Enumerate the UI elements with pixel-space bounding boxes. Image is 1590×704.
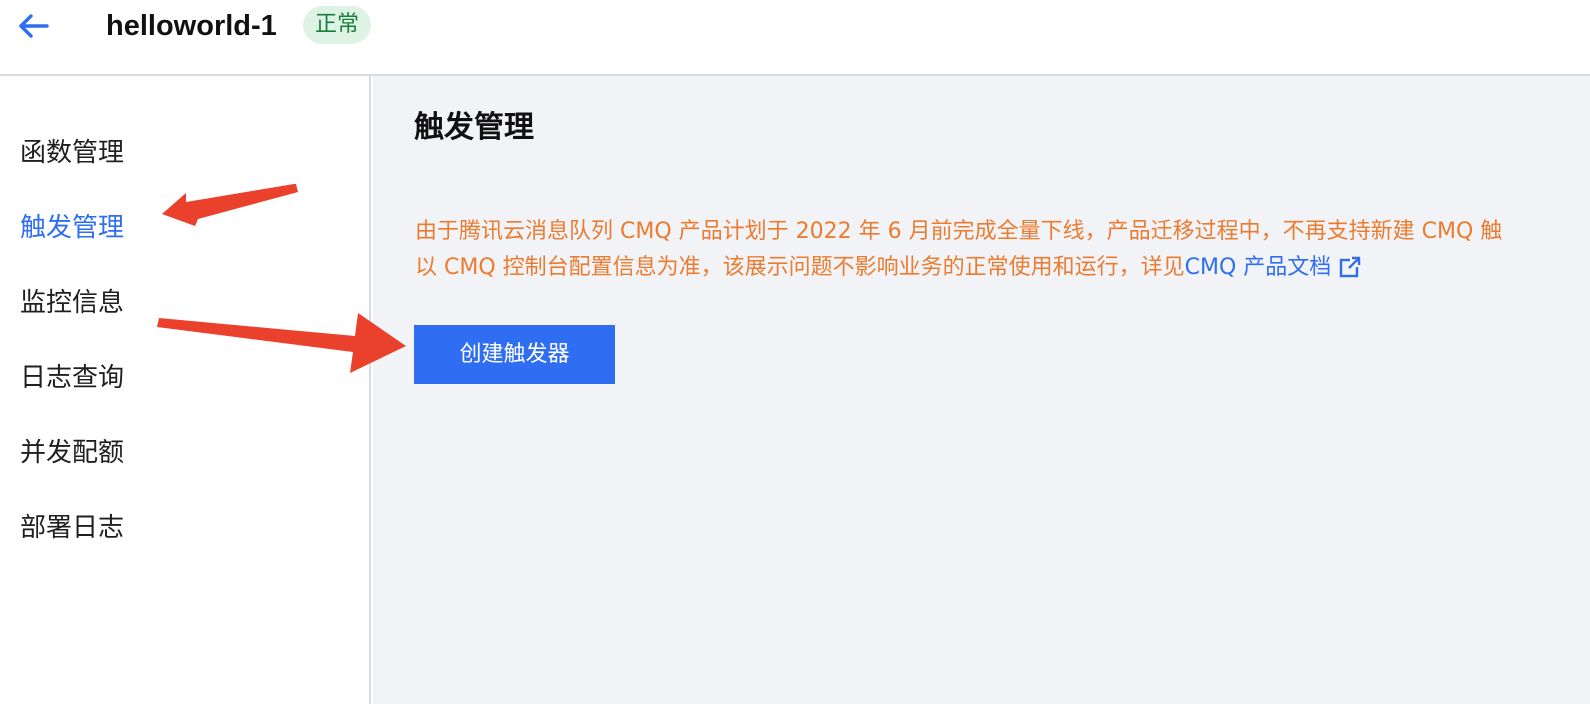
sidebar-item-deploy-logs[interactable]: 部署日志 <box>20 508 124 548</box>
notice-line-2: 以 CMQ 控制台配置信息为准，该展示问题不影响业务的正常使用和运行，详见CMQ… <box>415 250 1590 286</box>
arrow-left-icon <box>19 14 49 38</box>
create-trigger-button[interactable]: 创建触发器 <box>414 325 615 384</box>
sidebar-item-concurrency-quota[interactable]: 并发配额 <box>20 433 124 473</box>
sidebar-item-trigger-management[interactable]: 触发管理 <box>20 208 124 248</box>
sidebar-item-function-management[interactable]: 函数管理 <box>20 133 124 173</box>
function-name-title: helloworld-1 <box>106 10 277 42</box>
top-header: helloworld-1 正常 <box>0 0 1590 76</box>
cmq-doc-link-label[interactable]: CMQ 产品文档 <box>1185 255 1332 280</box>
main-content: 触发管理 由于腾讯云消息队列 CMQ 产品计划于 2022 年 6 月前完成全量… <box>373 76 1590 704</box>
sidebar-item-monitoring[interactable]: 监控信息 <box>20 283 124 323</box>
external-link-icon[interactable] <box>1339 256 1361 278</box>
page-title: 触发管理 <box>414 110 534 145</box>
notice-line-1: 由于腾讯云消息队列 CMQ 产品计划于 2022 年 6 月前完成全量下线，产品… <box>415 219 1503 244</box>
sidebar-item-log-query[interactable]: 日志查询 <box>20 358 124 398</box>
cmq-doc-link[interactable]: CMQ 产品文档 <box>1185 255 1362 280</box>
sidebar: 函数管理 触发管理 监控信息 日志查询 并发配额 部署日志 <box>0 76 371 704</box>
back-button[interactable] <box>14 8 54 44</box>
notice-line-2-text: 以 CMQ 控制台配置信息为准，该展示问题不影响业务的正常使用和运行，详见 <box>415 255 1185 280</box>
status-badge: 正常 <box>303 6 372 44</box>
cmq-deprecation-notice: 由于腾讯云消息队列 CMQ 产品计划于 2022 年 6 月前完成全量下线，产品… <box>415 214 1590 286</box>
